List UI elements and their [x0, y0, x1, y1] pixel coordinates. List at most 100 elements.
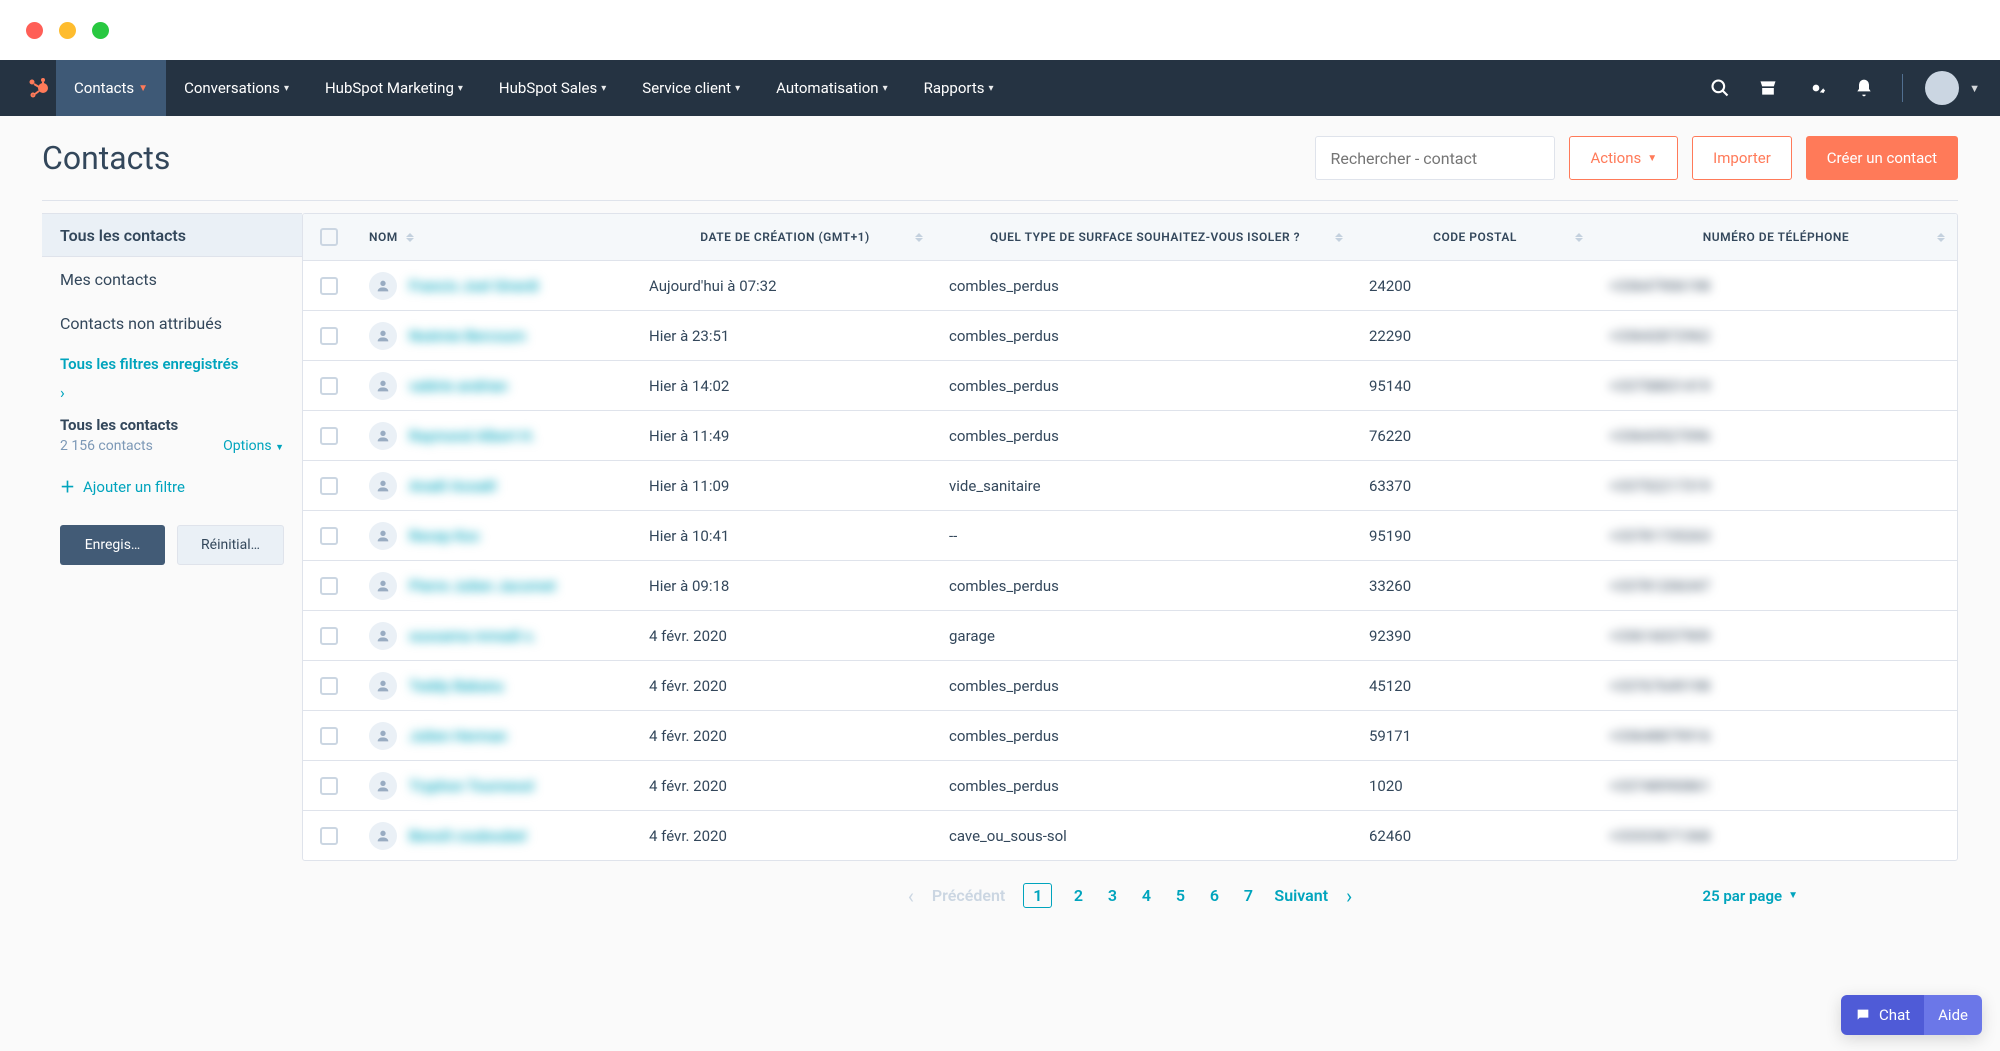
- settings-icon[interactable]: [1796, 68, 1836, 108]
- sidebar-item-all[interactable]: Tous les contacts: [42, 213, 302, 257]
- table-row[interactable]: Francis Joel GirardiAujourd'hui à 07:32c…: [303, 260, 1957, 310]
- nav-service[interactable]: Service client▾: [624, 60, 758, 116]
- table-row[interactable]: Benoît couboubel4 févr. 2020cave_ou_sous…: [303, 810, 1957, 860]
- contact-name[interactable]: Pierre Julien Jacomet: [409, 577, 556, 595]
- row-checkbox[interactable]: [320, 727, 338, 745]
- add-filter-button[interactable]: ＋ Ajouter un filtre: [42, 466, 302, 507]
- row-checkbox[interactable]: [320, 427, 338, 445]
- save-button[interactable]: Enregis…: [60, 525, 165, 565]
- min-dot[interactable]: [59, 22, 76, 39]
- actions-button[interactable]: Actions▼: [1569, 136, 1678, 180]
- th-phone[interactable]: NUMÉRO DE TÉLÉPHONE: [1595, 214, 1957, 260]
- contact-name[interactable]: Anaël Assaël: [409, 477, 496, 495]
- cell-type: combles_perdus: [935, 661, 1355, 710]
- sidebar-options[interactable]: Options ▼: [223, 438, 284, 454]
- search-input-wrapper[interactable]: [1315, 136, 1555, 180]
- contact-name[interactable]: Noémie Bercourn: [409, 327, 526, 345]
- sidebar-item-mine[interactable]: Mes contacts: [42, 257, 302, 301]
- prev-arrow-icon: ‹: [908, 884, 914, 908]
- contact-name[interactable]: Julien Herman: [409, 727, 507, 745]
- chevron-right-icon[interactable]: ›: [42, 383, 302, 402]
- contact-name[interactable]: Benoît couboubel: [409, 827, 526, 845]
- contact-name[interactable]: Teddy Bakanu: [409, 677, 504, 695]
- row-checkbox[interactable]: [320, 377, 338, 395]
- chevron-down-icon[interactable]: ▼: [1969, 82, 1980, 95]
- contact-avatar: [369, 272, 397, 300]
- table-row[interactable]: valérie andrianHier à 14:02combles_perdu…: [303, 360, 1957, 410]
- notifications-icon[interactable]: [1844, 68, 1884, 108]
- table-row[interactable]: Teddy Bakanu4 févr. 2020combles_perdus45…: [303, 660, 1957, 710]
- contact-name[interactable]: Recep Koc: [409, 527, 480, 545]
- cell-type: combles_perdus: [935, 411, 1355, 460]
- table-row[interactable]: Recep KocHier à 10:41--95190+33781735263: [303, 510, 1957, 560]
- table-row[interactable]: Raymond Albert H. Hier à 11:49combles_per…: [303, 410, 1957, 460]
- table-row[interactable]: Tryphon Tournesol4 févr. 2020combles_per…: [303, 760, 1957, 810]
- create-contact-button[interactable]: Créer un contact: [1806, 136, 1958, 180]
- close-dot[interactable]: [26, 22, 43, 39]
- table-row[interactable]: Anaël AssaëlHier à 11:09vide_sanitaire63…: [303, 460, 1957, 510]
- nav-automation[interactable]: Automatisation▾: [758, 60, 905, 116]
- reset-button[interactable]: Réinitial…: [177, 525, 284, 565]
- nav-sales[interactable]: HubSpot Sales▾: [481, 60, 624, 116]
- table-row[interactable]: Pierre Julien JacometHier à 09:18combles…: [303, 560, 1957, 610]
- pagination: ‹ Précédent 1 2 3 4 5 6 7 Suivant › 25 p…: [302, 861, 1958, 930]
- contact-avatar: [369, 722, 397, 750]
- hubspot-logo[interactable]: [20, 70, 56, 106]
- search-input[interactable]: [1328, 148, 1535, 169]
- th-date[interactable]: DATE DE CRÉATION (GMT+1): [635, 214, 935, 260]
- import-button[interactable]: Importer: [1692, 136, 1792, 180]
- user-avatar[interactable]: [1925, 71, 1959, 105]
- cell-date: 4 févr. 2020: [635, 761, 935, 810]
- per-page-select[interactable]: 25 par page▼: [1703, 887, 1799, 905]
- contact-name[interactable]: Francis Joel Girardi: [409, 277, 539, 295]
- cell-zip: 33260: [1355, 561, 1595, 610]
- contact-name[interactable]: Tryphon Tournesol: [409, 777, 534, 795]
- page-4[interactable]: 4: [1138, 886, 1154, 905]
- nav-marketing[interactable]: HubSpot Marketing▾: [307, 60, 481, 116]
- page-5[interactable]: 5: [1172, 886, 1188, 905]
- page-1[interactable]: 1: [1023, 883, 1052, 908]
- sidebar-item-unassigned[interactable]: Contacts non attribués: [42, 301, 302, 345]
- contact-name[interactable]: Raymond Albert H.: [409, 427, 535, 445]
- row-checkbox[interactable]: [320, 577, 338, 595]
- chevron-down-icon: ▾: [883, 83, 888, 94]
- table-row[interactable]: Noémie BercournHier à 23:51combles_perdu…: [303, 310, 1957, 360]
- page-7[interactable]: 7: [1240, 886, 1256, 905]
- contact-avatar: [369, 422, 397, 450]
- row-checkbox[interactable]: [320, 777, 338, 795]
- search-icon[interactable]: [1700, 68, 1740, 108]
- cell-phone: +33647906198: [1609, 277, 1710, 295]
- help-widget[interactable]: Chat Aide: [1841, 995, 1982, 1035]
- sidebar-all-filters[interactable]: Tous les filtres enregistrés: [42, 345, 302, 383]
- row-checkbox[interactable]: [320, 477, 338, 495]
- contact-name[interactable]: oussama mmadi s.: [409, 627, 536, 645]
- page-6[interactable]: 6: [1206, 886, 1222, 905]
- select-all-checkbox[interactable]: [320, 228, 338, 246]
- cell-date: Hier à 11:49: [635, 411, 935, 460]
- nav-conversations[interactable]: Conversations▾: [166, 60, 307, 116]
- page-2[interactable]: 2: [1070, 886, 1086, 905]
- nav-label: HubSpot Sales: [499, 79, 597, 97]
- row-checkbox[interactable]: [320, 527, 338, 545]
- row-checkbox[interactable]: [320, 827, 338, 845]
- next-arrow-icon[interactable]: ›: [1346, 884, 1352, 908]
- chat-button[interactable]: Chat: [1841, 995, 1924, 1035]
- th-type[interactable]: QUEL TYPE DE SURFACE SOUHAITEZ-VOUS ISOL…: [935, 214, 1355, 260]
- row-checkbox[interactable]: [320, 677, 338, 695]
- contact-name[interactable]: valérie andrian: [409, 377, 508, 395]
- nav-reports[interactable]: Rapports▾: [906, 60, 1012, 116]
- table-row[interactable]: Julien Herman4 févr. 2020combles_perdus5…: [303, 710, 1957, 760]
- page-3[interactable]: 3: [1104, 886, 1120, 905]
- marketplace-icon[interactable]: [1748, 68, 1788, 108]
- table-row[interactable]: oussama mmadi s.4 févr. 2020garage92390+…: [303, 610, 1957, 660]
- cell-phone: +33642872962: [1609, 327, 1710, 345]
- row-checkbox[interactable]: [320, 277, 338, 295]
- next-page[interactable]: Suivant: [1274, 886, 1328, 905]
- nav-contacts[interactable]: Contacts▼: [56, 60, 166, 116]
- th-zip[interactable]: CODE POSTAL: [1355, 214, 1595, 260]
- th-name[interactable]: NOM: [355, 214, 635, 260]
- row-checkbox[interactable]: [320, 627, 338, 645]
- help-button[interactable]: Aide: [1924, 995, 1982, 1035]
- row-checkbox[interactable]: [320, 327, 338, 345]
- max-dot[interactable]: [92, 22, 109, 39]
